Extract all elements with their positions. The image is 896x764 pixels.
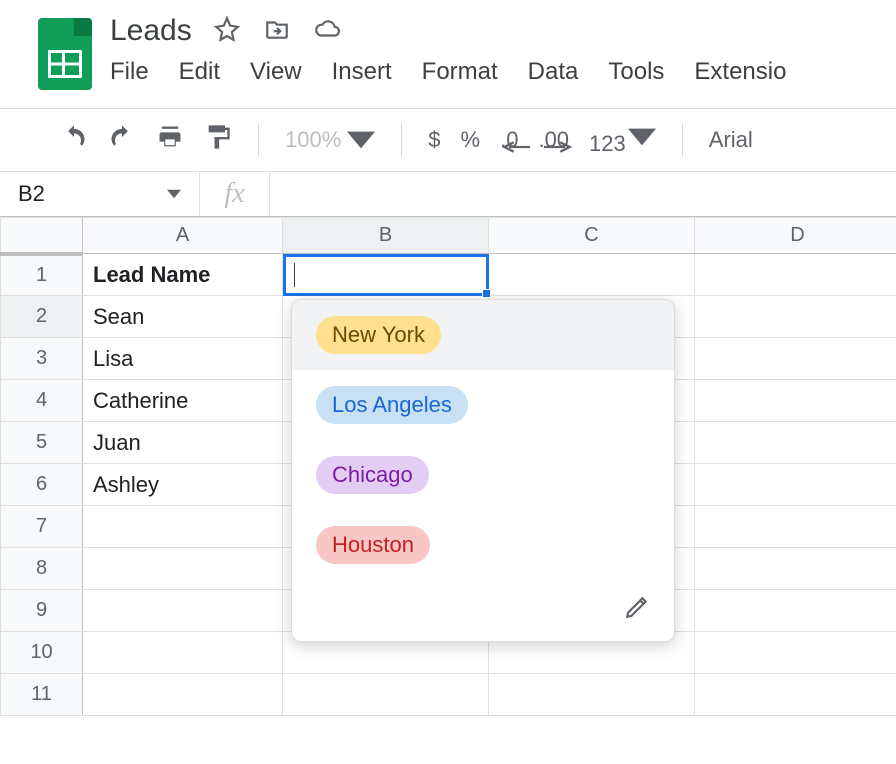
cell-A1[interactable]: Lead Name [83, 254, 283, 296]
cell-A6[interactable]: Ashley [83, 464, 283, 506]
toolbar: 100% $ % .0 .00 123 Arial [60, 123, 896, 157]
menu-view[interactable]: View [250, 58, 302, 86]
zoom-select[interactable]: 100% [285, 126, 375, 154]
doc-title[interactable]: Leads [110, 14, 192, 48]
cell-D10[interactable] [695, 632, 896, 674]
col-header-D[interactable]: D [695, 218, 896, 254]
row-header-9[interactable]: 9 [1, 590, 83, 632]
cell-A11[interactable] [83, 674, 283, 716]
paint-format-icon[interactable] [204, 123, 232, 157]
row-header-11[interactable]: 11 [1, 674, 83, 716]
row-header-10[interactable]: 10 [1, 632, 83, 674]
cell-D11[interactable] [695, 674, 896, 716]
chip-houston: Houston [316, 526, 430, 564]
col-header-A[interactable]: A [83, 218, 283, 254]
cell-A2[interactable]: Sean [83, 296, 283, 338]
menubar: File Edit View Insert Format Data Tools … [110, 58, 786, 86]
star-icon[interactable] [214, 16, 240, 47]
menu-data[interactable]: Data [528, 58, 579, 86]
move-icon[interactable] [264, 16, 290, 47]
row-header-2[interactable]: 2 [1, 296, 83, 338]
menu-insert[interactable]: Insert [332, 58, 392, 86]
dropdown-option-1[interactable]: Los Angeles [292, 370, 674, 440]
more-formats[interactable]: 123 [589, 123, 656, 157]
cell-D1[interactable] [695, 254, 896, 296]
cell-D8[interactable] [695, 548, 896, 590]
cell-D2[interactable] [695, 296, 896, 338]
menu-edit[interactable]: Edit [179, 58, 220, 86]
select-all-corner[interactable] [1, 218, 83, 254]
chip-chicago: Chicago [316, 456, 429, 494]
cell-A9[interactable] [83, 590, 283, 632]
row-header-4[interactable]: 4 [1, 380, 83, 422]
cell-D9[interactable] [695, 590, 896, 632]
row-header-3[interactable]: 3 [1, 338, 83, 380]
menu-file[interactable]: File [110, 58, 149, 86]
row-header-6[interactable]: 6 [1, 464, 83, 506]
format-currency[interactable]: $ [428, 127, 440, 153]
dropdown-option-3[interactable]: Houston [292, 510, 674, 580]
cell-A8[interactable] [83, 548, 283, 590]
cell-D6[interactable] [695, 464, 896, 506]
row-header-1[interactable]: 1 [1, 254, 83, 296]
cell-B11[interactable] [283, 674, 489, 716]
undo-icon[interactable] [60, 123, 88, 157]
row-header-8[interactable]: 8 [1, 548, 83, 590]
cell-B1[interactable]: Location [283, 254, 489, 296]
cell-A10[interactable] [83, 632, 283, 674]
name-box[interactable]: B2 [0, 172, 200, 216]
edit-pencil-icon[interactable] [624, 594, 650, 625]
cell-D3[interactable] [695, 338, 896, 380]
cell-C1[interactable] [489, 254, 695, 296]
cell-D5[interactable] [695, 422, 896, 464]
font-select[interactable]: Arial [709, 127, 753, 153]
decrease-decimal[interactable]: .0 [500, 127, 518, 153]
cell-A7[interactable] [83, 506, 283, 548]
col-header-C[interactable]: C [489, 218, 695, 254]
cell-C11[interactable] [489, 674, 695, 716]
cell-A3[interactable]: Lisa [83, 338, 283, 380]
row-header-5[interactable]: 5 [1, 422, 83, 464]
menu-format[interactable]: Format [422, 58, 498, 86]
sheets-logo [38, 18, 92, 90]
cell-A5[interactable]: Juan [83, 422, 283, 464]
data-validation-dropdown: New York Los Angeles Chicago Houston [291, 299, 675, 642]
cell-A4[interactable]: Catherine [83, 380, 283, 422]
chip-los-angeles: Los Angeles [316, 386, 468, 424]
formula-input[interactable] [270, 172, 896, 216]
menu-extensions[interactable]: Extensio [694, 58, 786, 86]
fx-label: fx [200, 172, 270, 216]
cloud-status-icon[interactable] [314, 16, 340, 47]
redo-icon[interactable] [108, 123, 136, 157]
cell-D4[interactable] [695, 380, 896, 422]
format-percent[interactable]: % [461, 127, 481, 153]
cell-D7[interactable] [695, 506, 896, 548]
dropdown-option-0[interactable]: New York [292, 300, 674, 370]
row-header-7[interactable]: 7 [1, 506, 83, 548]
increase-decimal[interactable]: .00 [538, 127, 569, 153]
dropdown-option-2[interactable]: Chicago [292, 440, 674, 510]
col-header-B[interactable]: B [283, 218, 489, 254]
print-icon[interactable] [156, 123, 184, 157]
chip-new-york: New York [316, 316, 441, 354]
menu-tools[interactable]: Tools [608, 58, 664, 86]
